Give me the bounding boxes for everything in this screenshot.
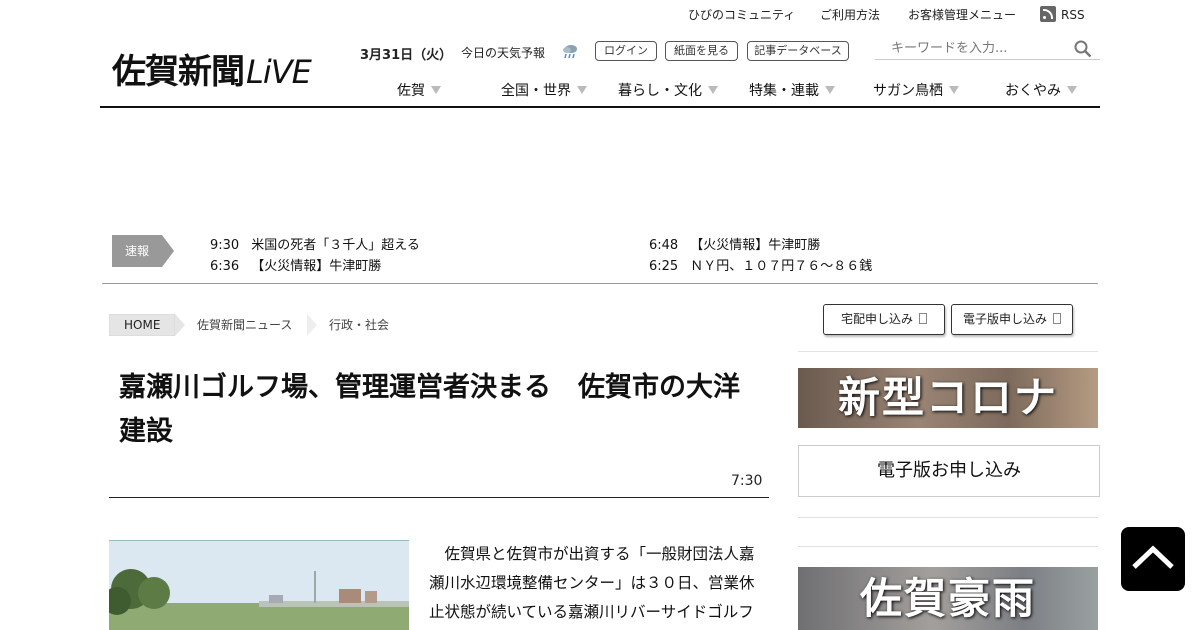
digital-label: 電子版申し込み <box>962 312 1047 326</box>
chevron-up-icon <box>1132 545 1174 569</box>
view-paper-button[interactable]: 紙面を見る <box>665 41 738 61</box>
digital-edition-signup-link[interactable]: 電子版お申し込み <box>798 445 1100 497</box>
flood-banner-text: 佐賀豪雨 <box>859 574 1036 623</box>
breaking-label-text: 速報 <box>112 235 162 267</box>
breadcrumb-arrow <box>175 314 185 336</box>
weather-link[interactable]: 今日の天気予報 <box>461 44 545 61</box>
nav-label: 特集・連載 <box>749 83 819 99</box>
account-menu-link[interactable]: お客様管理メニュー <box>908 6 1016 24</box>
back-to-top-button[interactable] <box>1121 527 1185 591</box>
news-time: 6:25 <box>649 259 679 274</box>
news-text: 【火災情報】牛津町勝 <box>690 238 821 253</box>
nav-label: 暮らし・文化 <box>618 83 702 99</box>
breadcrumb-home[interactable]: HOME <box>109 314 175 336</box>
digital-signup-button[interactable]: 電子版申し込み <box>951 304 1073 335</box>
nav-divider <box>100 106 1100 108</box>
breadcrumb-news[interactable]: 佐賀新聞ニュース <box>197 314 292 336</box>
dropdown-triangle-icon <box>825 86 835 94</box>
search-icon[interactable] <box>1074 40 1092 58</box>
breadcrumb-arrow <box>307 314 317 336</box>
home-delivery-button[interactable]: 宅配申し込み <box>823 304 945 335</box>
login-button[interactable]: ログイン <box>595 41 657 61</box>
current-date: 3月31日（火） <box>360 48 453 63</box>
rss-link[interactable]: RSS <box>1040 6 1085 24</box>
dropdown-triangle-icon <box>1067 86 1077 94</box>
logo-main: 佐賀新聞 <box>112 52 245 92</box>
news-time: 6:36 <box>210 259 240 274</box>
sidebar-divider <box>798 546 1098 547</box>
news-text: ＮＹ円、１０７円７６～８６銭 <box>690 259 873 274</box>
nav-item-features[interactable]: 特集・連載 <box>749 80 835 100</box>
rss-icon <box>1040 6 1056 22</box>
breaking-news-item[interactable]: 6:25 ＮＹ円、１０７円７６～８６銭 <box>649 255 872 274</box>
document-icon <box>919 313 927 324</box>
nav-label: おくやみ <box>1005 83 1061 99</box>
news-text: 米国の死者「３千人」超える <box>251 238 420 253</box>
dropdown-triangle-icon <box>949 86 959 94</box>
corona-banner[interactable]: 新型コロナ <box>798 368 1098 428</box>
usage-link[interactable]: ご利用方法 <box>820 6 880 24</box>
breaking-label-arrow <box>162 235 174 267</box>
document-icon <box>1053 313 1061 324</box>
nav-item-sagan-tosu[interactable]: サガン鳥栖 <box>873 80 959 100</box>
dropdown-triangle-icon <box>708 86 718 94</box>
logo-live: LiVE <box>246 53 312 91</box>
corona-banner-text: 新型コロナ <box>837 373 1058 422</box>
saga-flood-banner[interactable]: 佐賀豪雨 <box>798 567 1098 630</box>
dropdown-triangle-icon <box>577 86 587 94</box>
cloud-rain-icon <box>563 45 577 59</box>
breaking-news-label: 速報 <box>112 235 174 267</box>
nav-label: 全国・世界 <box>501 83 571 99</box>
nav-label: サガン鳥栖 <box>873 83 943 99</box>
breaking-news-item[interactable]: 6:48 【火災情報】牛津町勝 <box>649 234 820 253</box>
news-text: 【火災情報】牛津町勝 <box>251 259 382 274</box>
nav-item-obituaries[interactable]: おくやみ <box>1005 80 1077 100</box>
delivery-label: 宅配申し込み <box>840 312 913 326</box>
sidebar-divider <box>798 517 1098 518</box>
nav-item-saga[interactable]: 佐賀 <box>397 80 441 100</box>
breaking-news-item[interactable]: 6:36 【火災情報】牛津町勝 <box>210 255 381 274</box>
news-time: 9:30 <box>210 238 240 253</box>
article-photo[interactable] <box>109 540 409 630</box>
sidebar-divider <box>798 351 1098 352</box>
dropdown-triangle-icon <box>431 86 441 94</box>
community-link[interactable]: ひびのコミュニティ <box>688 6 795 24</box>
news-time: 6:48 <box>649 238 679 253</box>
riverside-photo-image <box>109 541 409 630</box>
site-logo[interactable]: 佐賀新聞LiVE <box>112 44 312 93</box>
article-time: 7:30 <box>731 473 763 489</box>
article-body: 佐賀県と佐賀市が出資する「一般財団法人嘉瀬川水辺環境整備センター」は３０日、営業… <box>429 545 755 621</box>
article-database-button[interactable]: 記事データベース <box>747 41 849 61</box>
breaking-divider <box>102 283 1098 284</box>
breadcrumb-category[interactable]: 行政・社会 <box>329 314 389 336</box>
rss-label: RSS <box>1061 8 1085 22</box>
nav-item-world[interactable]: 全国・世界 <box>501 80 587 100</box>
breaking-news-item[interactable]: 9:30 米国の死者「３千人」超える <box>210 234 420 253</box>
nav-label: 佐賀 <box>397 83 425 99</box>
search-box <box>875 36 1100 60</box>
headline-divider <box>109 497 769 498</box>
article-headline: 嘉瀬川ゴルフ場、管理運営者決まる 佐賀市の大洋建設 <box>119 372 740 447</box>
search-input[interactable] <box>891 38 1061 58</box>
nav-item-life-culture[interactable]: 暮らし・文化 <box>618 80 718 100</box>
